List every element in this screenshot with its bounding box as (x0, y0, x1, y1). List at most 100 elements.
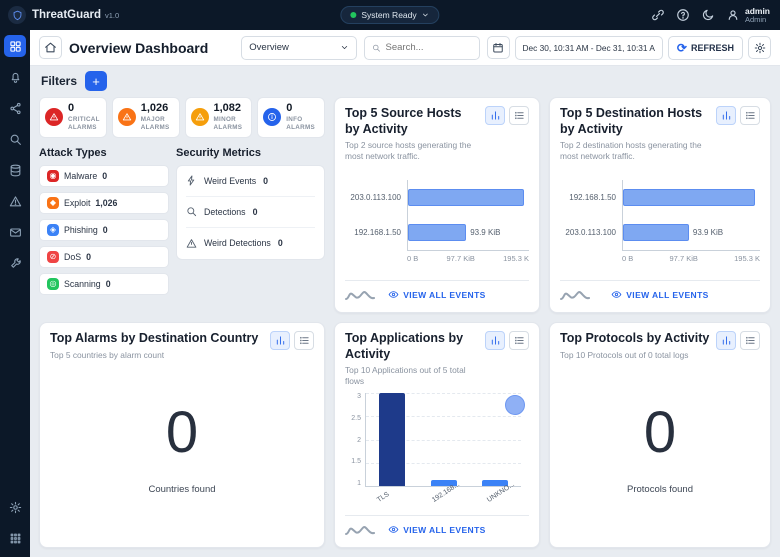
alert-triangle-icon (190, 108, 209, 127)
panel-subtitle: Top 5 countries by alarm count (50, 349, 165, 360)
bar[interactable] (623, 223, 689, 241)
page-title: Overview Dashboard (69, 39, 209, 56)
panel-subtitle: Top 2 destination hosts generating the m… (560, 140, 702, 162)
system-status-dropdown[interactable]: System Ready (340, 6, 440, 24)
metric-weird-detections[interactable]: Weird Detections 0 (186, 228, 315, 259)
link-icon[interactable] (651, 8, 665, 22)
dashboard-settings-button[interactable] (748, 36, 771, 59)
dark-mode-moon-icon[interactable] (701, 8, 715, 22)
table-view-button[interactable] (740, 106, 760, 125)
sidebar-item-alarms[interactable] (4, 190, 26, 212)
attack-type-dos[interactable]: ⊘ DoS 0 (39, 245, 169, 268)
sidebar-item-alerts[interactable] (4, 66, 26, 88)
list-icon (514, 111, 524, 120)
status-dot-icon (350, 12, 357, 18)
table-view-button[interactable] (294, 331, 314, 350)
chart-view-button[interactable] (485, 331, 505, 350)
metric-detections[interactable]: Detections 0 (186, 197, 315, 228)
attack-type-phishing[interactable]: ◈ Phishing 0 (39, 218, 169, 241)
panel-title: Top Protocols by Activity (560, 331, 710, 345)
bar-track: 93.9 KiB (622, 214, 760, 250)
stat-value: 0 (68, 102, 75, 114)
big-number-value: 0 (643, 400, 677, 466)
stat-card-major[interactable]: 1,026 MAJOR ALARMS (111, 97, 180, 138)
x-tick: 0 B (622, 253, 634, 263)
stat-card-minor[interactable]: 1,082 MINOR ALARMS (184, 97, 253, 138)
vbar-chart-applications (365, 393, 526, 487)
metric-value: 0 (263, 175, 269, 186)
bar-chart-icon (491, 111, 499, 120)
eye-icon (388, 526, 399, 533)
hbar-row: 203.0.113.100 93.9 KiB (560, 214, 760, 250)
calendar-button[interactable] (486, 36, 510, 59)
panel-applications: Top Applications by Activity Top 10 Appl… (334, 322, 540, 548)
security-metrics-card: Weird Events 0 Detections 0 Weird Detect… (176, 164, 325, 260)
big-number-caption: Countries found (148, 484, 216, 496)
table-view-button[interactable] (509, 106, 529, 125)
panel-title: Top Alarms by Destination Country (50, 331, 259, 345)
bar[interactable] (408, 223, 467, 241)
sidebar-item-dashboard[interactable] (4, 35, 26, 57)
sidebar-item-settings[interactable] (4, 496, 26, 518)
bar[interactable] (623, 188, 755, 206)
security-metrics-title: Security Metrics (176, 146, 261, 159)
chevron-down-icon (341, 46, 348, 49)
attack-type-scanning[interactable]: ◎ Scanning 0 (39, 272, 169, 295)
sidebar-item-tools[interactable] (4, 252, 26, 274)
chart-view-button[interactable] (270, 331, 290, 350)
search-input[interactable] (385, 42, 472, 53)
panel-title: Top 5 Source Hosts by Activity (345, 106, 462, 136)
view-all-events-link[interactable]: VIEW ALL EVENTS (388, 289, 486, 300)
user-menu[interactable]: admin Admin (726, 6, 770, 24)
bubble-point[interactable] (505, 395, 526, 416)
bar[interactable] (408, 188, 525, 206)
hbar-chart-source-hosts: 203.0.113.100 192.168.1.50 93.9 KiB (345, 179, 529, 250)
app-name: ThreatGuard (32, 9, 102, 21)
dashboard-view-select[interactable]: Overview (241, 35, 357, 60)
metric-weird-events[interactable]: Weird Events 0 (186, 166, 315, 197)
date-range-picker[interactable]: Dec 30, 10:31 AM - Dec 31, 10:31 A (514, 35, 663, 60)
stat-label: INFO ALARMS (286, 116, 315, 131)
table-view-button[interactable] (740, 331, 760, 350)
list-icon (514, 336, 524, 345)
bar[interactable] (378, 393, 405, 486)
home-button[interactable] (39, 36, 62, 59)
panel-toolbar (485, 331, 529, 350)
stat-card-critical[interactable]: 0 CRITICAL ALARMS (39, 97, 107, 138)
chart-view-button[interactable] (485, 106, 505, 125)
view-all-label: VIEW ALL EVENTS (403, 524, 486, 535)
sidebar-item-data-sources[interactable] (4, 159, 26, 181)
sidebar-item-apps[interactable] (4, 527, 26, 549)
refresh-icon: ⟳ (676, 40, 687, 55)
refresh-button[interactable]: ⟳ REFRESH (667, 35, 743, 60)
attack-type-malware[interactable]: ◉ Malware 0 (39, 164, 169, 187)
help-icon[interactable] (676, 8, 690, 22)
panel-toolbar (716, 331, 760, 350)
attack-type-value: 0 (105, 278, 111, 289)
sidebar-item-messages[interactable] (4, 221, 26, 243)
table-view-button[interactable] (509, 331, 529, 350)
attack-type-exploit[interactable]: ◆ Exploit 1,026 (39, 191, 169, 214)
view-all-events-link[interactable]: VIEW ALL EVENTS (611, 289, 709, 300)
search-box (363, 35, 480, 60)
sidebar-item-search[interactable] (4, 128, 26, 150)
bar-chart-icon (491, 336, 499, 345)
sidebar-item-share[interactable] (4, 97, 26, 119)
chart-view-button[interactable] (716, 331, 736, 350)
add-filter-button[interactable]: + (85, 71, 108, 91)
stat-card-info[interactable]: 0 INFO ALARMS (257, 97, 325, 138)
attack-type-value: 0 (102, 224, 108, 235)
panel-protocols: Top Protocols by Activity Top 10 Protoco… (549, 322, 771, 548)
chart-view-button[interactable] (716, 106, 736, 125)
x-tick: 0 B (407, 253, 419, 263)
calendar-icon (493, 42, 503, 52)
view-all-events-link[interactable]: VIEW ALL EVENTS (388, 524, 486, 535)
page-header: Overview Dashboard Overview Dec 30, 10:3… (30, 30, 780, 66)
attack-type-label: Phishing (64, 224, 98, 235)
panel-source-hosts: Top 5 Source Hosts by Activity Top 2 sou… (334, 97, 540, 313)
wrench-icon (10, 257, 21, 268)
malware-icon: ◉ (47, 169, 59, 182)
y-tick: 2 (357, 436, 361, 444)
list-icon (745, 336, 755, 345)
exploit-icon: ◆ (47, 196, 59, 209)
